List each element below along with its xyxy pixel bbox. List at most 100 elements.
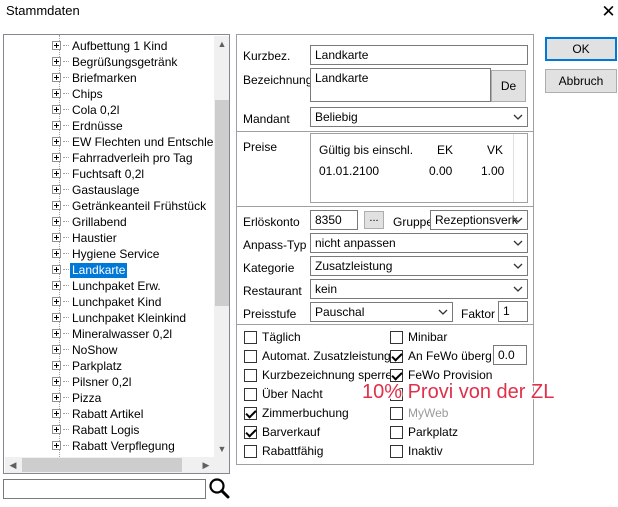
- restaurant-select[interactable]: kein: [310, 279, 528, 299]
- fewo-value-field[interactable]: 0.0: [493, 345, 527, 365]
- erloeskonto-field[interactable]: 8350: [310, 210, 358, 230]
- expand-plus-icon[interactable]: [52, 393, 61, 402]
- mandant-select[interactable]: Beliebig: [310, 107, 528, 127]
- tree-item[interactable]: Lunchpaket Kind: [52, 294, 212, 310]
- checkbox-unchecked-icon[interactable]: [390, 407, 403, 420]
- tree-item[interactable]: Briefmarken: [52, 70, 212, 86]
- expand-plus-icon[interactable]: [52, 105, 61, 114]
- erloeskonto-browse-button[interactable]: ...: [364, 211, 384, 229]
- tree-item[interactable]: EW Flechten und Entschleuni: [52, 134, 229, 150]
- checkbox-checked-icon[interactable]: [244, 426, 257, 439]
- price-table[interactable]: Gültig bis einschl. EK VK 01.01.2100 0.0…: [310, 133, 528, 203]
- expand-plus-icon[interactable]: [52, 185, 61, 194]
- scroll-left-icon[interactable]: ◀: [5, 457, 21, 473]
- preisstufe-select[interactable]: Pauschal: [310, 302, 453, 322]
- gruppe-label: Gruppe: [393, 215, 434, 229]
- expand-plus-icon[interactable]: [52, 329, 61, 338]
- tree-item[interactable]: Mineralwasser 0,2l: [52, 326, 212, 342]
- expand-plus-icon[interactable]: [52, 281, 61, 290]
- kategorie-select[interactable]: Zusatzleistung: [310, 256, 528, 276]
- tree-item[interactable]: Pilsner 0,2l: [52, 374, 212, 390]
- tree-item[interactable]: Fuchtsaft 0,2l: [52, 166, 212, 182]
- checkbox-unchecked-icon[interactable]: [244, 388, 257, 401]
- expand-plus-icon[interactable]: [52, 41, 61, 50]
- expand-plus-icon[interactable]: [52, 233, 61, 242]
- scroll-down-icon[interactable]: ▼: [214, 441, 229, 457]
- kategorie-value: Zusatzleistung: [315, 259, 393, 273]
- expand-plus-icon[interactable]: [52, 313, 61, 322]
- tree-item[interactable]: Rabatt Logis: [52, 422, 212, 438]
- tree-item[interactable]: Rabatt Verpflegung: [52, 438, 212, 454]
- tree-vertical-scrollbar[interactable]: ▲ ▼: [214, 36, 229, 457]
- tree-item[interactable]: Cola 0,2l: [52, 102, 212, 118]
- tree-item[interactable]: Begrüßungsgetränk: [52, 54, 212, 70]
- scroll-up-icon[interactable]: ▲: [214, 36, 229, 52]
- expand-plus-icon[interactable]: [52, 249, 61, 258]
- expand-plus-icon[interactable]: [52, 297, 61, 306]
- ok-button[interactable]: OK: [545, 37, 617, 61]
- expand-plus-icon[interactable]: [52, 153, 61, 162]
- language-button[interactable]: De: [491, 70, 526, 102]
- expand-plus-icon[interactable]: [52, 121, 61, 130]
- checkbox-unchecked-icon[interactable]: [244, 350, 257, 363]
- search-icon[interactable]: [208, 477, 230, 499]
- checkbox-unchecked-icon[interactable]: [390, 445, 403, 458]
- bezeichnung-field[interactable]: Landkarte: [310, 68, 491, 102]
- tree-item[interactable]: Erdnüsse: [52, 118, 212, 134]
- tree-item[interactable]: Getränkeanteil Frühstück: [52, 198, 212, 214]
- tree-item[interactable]: Hygiene Service: [52, 246, 212, 262]
- chevron-down-icon: [438, 309, 448, 315]
- checkbox-checked-icon[interactable]: [244, 407, 257, 420]
- close-icon[interactable]: ✕: [599, 0, 618, 24]
- scroll-right-icon[interactable]: ▶: [198, 457, 214, 473]
- expand-plus-icon[interactable]: [52, 441, 61, 450]
- hscroll-thumb[interactable]: [22, 458, 182, 472]
- tree-item[interactable]: Pizza: [52, 390, 212, 406]
- checkbox-unchecked-icon[interactable]: [244, 369, 257, 382]
- expand-plus-icon[interactable]: [52, 217, 61, 226]
- scroll-thumb[interactable]: [215, 100, 229, 306]
- tree-item[interactable]: Lunchpaket Erw.: [52, 278, 212, 294]
- tree-item[interactable]: Lunchpaket Kleinkind: [52, 310, 212, 326]
- tree-item[interactable]: Haustier: [52, 230, 212, 246]
- expand-plus-icon[interactable]: [52, 265, 61, 274]
- tree-item[interactable]: NoShow: [52, 342, 212, 358]
- expand-plus-icon[interactable]: [52, 169, 61, 178]
- tree-item[interactable]: Grillabend: [52, 214, 212, 230]
- tree-item[interactable]: Aufbettung 1 Kind: [52, 38, 212, 54]
- checkbox-unchecked-icon[interactable]: [390, 331, 403, 344]
- tree-item-label: Lunchpaket Kleinkind: [72, 311, 187, 325]
- tree-item[interactable]: Landkarte: [52, 262, 212, 278]
- expand-plus-icon[interactable]: [52, 57, 61, 66]
- cancel-button[interactable]: Abbruch: [545, 69, 617, 93]
- kurzbez-field[interactable]: Landkarte: [310, 45, 528, 65]
- faktor-field[interactable]: 1: [498, 301, 528, 322]
- checkbox-label: Täglich: [262, 330, 301, 344]
- expand-plus-icon[interactable]: [52, 409, 61, 418]
- checkbox-unchecked-icon[interactable]: [244, 445, 257, 458]
- price-cell-ek: 0.00: [429, 164, 453, 178]
- expand-plus-icon[interactable]: [52, 137, 61, 146]
- tree-item[interactable]: Fahrradverleih pro Tag: [52, 150, 212, 166]
- tree-connector: [63, 445, 69, 446]
- checkbox-unchecked-icon[interactable]: [390, 426, 403, 439]
- expand-plus-icon[interactable]: [52, 345, 61, 354]
- anpass-typ-select[interactable]: nicht anpassen: [310, 233, 528, 253]
- price-table-scrollbar[interactable]: [513, 134, 527, 202]
- expand-plus-icon[interactable]: [52, 73, 61, 82]
- expand-plus-icon[interactable]: [52, 425, 61, 434]
- item-tree[interactable]: Aufbettung 1 Kind Begrüßungsgetränk Briefm…: [3, 34, 230, 474]
- gruppe-select[interactable]: Rezeptionsverk: [430, 210, 528, 230]
- checkbox-unchecked-icon[interactable]: [244, 331, 257, 344]
- checkbox-checked-icon[interactable]: [390, 350, 403, 363]
- tree-item[interactable]: Gastauslage: [52, 182, 212, 198]
- tree-item[interactable]: Parkplatz: [52, 358, 212, 374]
- tree-item[interactable]: Chips: [52, 86, 212, 102]
- expand-plus-icon[interactable]: [52, 377, 61, 386]
- tree-item[interactable]: Rabatt Artikel: [52, 406, 212, 422]
- expand-plus-icon[interactable]: [52, 361, 61, 370]
- expand-plus-icon[interactable]: [52, 89, 61, 98]
- search-input[interactable]: [3, 479, 206, 499]
- expand-plus-icon[interactable]: [52, 201, 61, 210]
- tree-horizontal-scrollbar[interactable]: ◀ ▶: [5, 457, 214, 473]
